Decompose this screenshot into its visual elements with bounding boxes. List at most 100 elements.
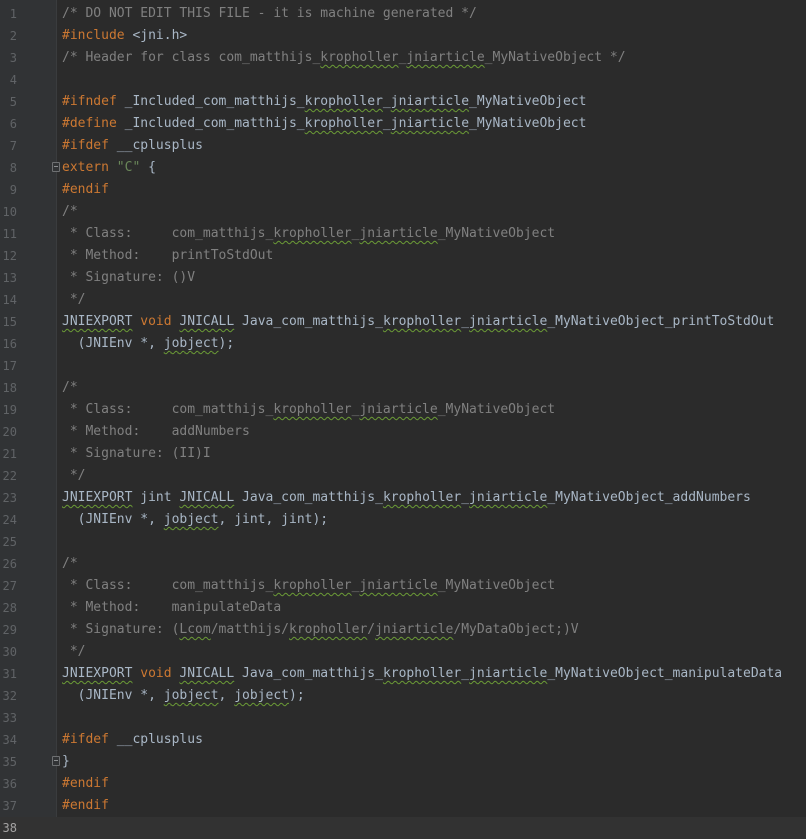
code-line[interactable]: 21 * Signature: (II)I xyxy=(0,443,806,465)
code-line[interactable]: 4 xyxy=(0,69,806,91)
code-text[interactable]: * Class: com_matthijs_kropholler_jniarti… xyxy=(62,575,555,597)
code-line[interactable]: 33 xyxy=(0,707,806,729)
code-line[interactable]: 28 * Method: manipulateData xyxy=(0,597,806,619)
code-line[interactable]: 31 JNIEXPORT void JNICALL Java_com_matthi… xyxy=(0,663,806,685)
code-line[interactable]: 37 #endif xyxy=(0,795,806,817)
code-line[interactable]: 5 #ifndef _Included_com_matthijs_kropholl… xyxy=(0,91,806,113)
line-number: 31 xyxy=(2,667,17,681)
code-text[interactable]: #ifdef __cplusplus xyxy=(62,729,203,751)
code-line[interactable]: 24 (JNIEnv *, jobject, jint, jint); xyxy=(0,509,806,531)
code-text[interactable]: } xyxy=(62,751,70,773)
code-token: * Signature: (II)I xyxy=(62,446,211,461)
code-text[interactable]: (JNIEnv *, jobject, jint, jint); xyxy=(62,509,328,531)
code-line[interactable]: 26 /* xyxy=(0,553,806,575)
code-line[interactable]: 16 (JNIEnv *, jobject); xyxy=(0,333,806,355)
code-text[interactable]: /* DO NOT EDIT THIS FILE - it is machine… xyxy=(62,3,477,25)
line-number: 23 xyxy=(2,491,17,505)
line-number: 27 xyxy=(2,579,17,593)
spelling-flagged-token: jniarticle xyxy=(359,578,438,593)
code-text[interactable]: #include <jni.h> xyxy=(62,25,187,47)
code-line[interactable]: 6 #define _Included_com_matthijs_kropholl… xyxy=(0,113,806,135)
code-line[interactable]: 2 #include <jni.h> xyxy=(0,25,806,47)
line-number: 10 xyxy=(2,205,17,219)
code-line[interactable]: 14 */ xyxy=(0,289,806,311)
code-token: /* xyxy=(62,556,78,571)
code-line[interactable]: 32 (JNIEnv *, jobject, jobject); xyxy=(0,685,806,707)
code-text[interactable]: /* xyxy=(62,201,78,223)
code-text[interactable]: * Signature: (II)I xyxy=(62,443,211,465)
fold-marker-icon[interactable] xyxy=(52,162,60,172)
code-lines[interactable]: 1 /* DO NOT EDIT THIS FILE - it is machin… xyxy=(0,3,806,839)
code-text[interactable]: #endif xyxy=(62,773,109,795)
code-text[interactable]: /* xyxy=(62,553,78,575)
code-text[interactable]: #endif xyxy=(62,795,109,817)
code-line[interactable]: 1 /* DO NOT EDIT THIS FILE - it is machin… xyxy=(0,3,806,25)
code-text[interactable]: * Class: com_matthijs_kropholler_jniarti… xyxy=(62,223,555,245)
code-text[interactable]: */ xyxy=(62,641,86,663)
code-text[interactable]: extern "C" { xyxy=(62,157,156,179)
line-number: 18 xyxy=(2,381,17,395)
code-text[interactable]: JNIEXPORT void JNICALL Java_com_matthijs… xyxy=(62,311,774,333)
code-token: Java_com_matthijs_ xyxy=(234,490,383,505)
code-line[interactable]: 29 * Signature: (Lcom/matthijs/kropholle… xyxy=(0,619,806,641)
spelling-flagged-token: JNIEXPORT xyxy=(62,314,133,329)
code-line[interactable]: 15 JNIEXPORT void JNICALL Java_com_matthi… xyxy=(0,311,806,333)
code-line[interactable]: 27 * Class: com_matthijs_kropholler_jnia… xyxy=(0,575,806,597)
code-text[interactable]: * Signature: (Lcom/matthijs/kropholler/j… xyxy=(62,619,579,641)
code-line[interactable]: 22 */ xyxy=(0,465,806,487)
code-line[interactable]: 18 /* xyxy=(0,377,806,399)
code-text[interactable]: JNIEXPORT jint JNICALL Java_com_matthijs… xyxy=(62,487,751,509)
code-line[interactable]: 13 * Signature: ()V xyxy=(0,267,806,289)
code-text[interactable]: */ xyxy=(62,289,86,311)
code-line[interactable]: 10 /* xyxy=(0,201,806,223)
code-line[interactable]: 23 JNIEXPORT jint JNICALL Java_com_matthi… xyxy=(0,487,806,509)
code-line[interactable]: 35} xyxy=(0,751,806,773)
fold-marker-icon[interactable] xyxy=(52,756,60,766)
spelling-flagged-token: jobject xyxy=(234,688,289,703)
code-line[interactable]: 19 * Class: com_matthijs_kropholler_jnia… xyxy=(0,399,806,421)
code-token: _MyNativeObject xyxy=(469,116,587,131)
code-text[interactable]: * Method: manipulateData xyxy=(62,597,281,619)
code-line[interactable]: 12 * Method: printToStdOut xyxy=(0,245,806,267)
spelling-flagged-token: jniarticle xyxy=(469,314,548,329)
code-text[interactable]: #define _Included_com_matthijs_kropholle… xyxy=(62,113,586,135)
spelling-flagged-token: kropholler xyxy=(304,94,383,109)
code-text[interactable]: #ifdef __cplusplus xyxy=(62,135,203,157)
code-text[interactable]: /* Header for class com_matthijs_krophol… xyxy=(62,47,626,69)
code-editor[interactable]: 1 /* DO NOT EDIT THIS FILE - it is machin… xyxy=(0,0,806,839)
code-text[interactable]: * Method: addNumbers xyxy=(62,421,250,443)
code-text[interactable]: #endif xyxy=(62,179,109,201)
code-text[interactable]: JNIEXPORT void JNICALL Java_com_matthijs… xyxy=(62,663,782,685)
line-number: 4 xyxy=(9,73,17,87)
code-token: * Signature: ()V xyxy=(62,270,196,285)
code-token: __cplusplus xyxy=(116,138,203,153)
code-line[interactable]: 20 * Method: addNumbers xyxy=(0,421,806,443)
code-text[interactable]: (JNIEnv *, jobject, jobject); xyxy=(62,685,305,707)
code-line[interactable]: 30 */ xyxy=(0,641,806,663)
code-token: _MyNativeObject xyxy=(437,578,556,593)
code-line[interactable]: 9 #endif xyxy=(0,179,806,201)
code-line[interactable]: 8 extern "C" { xyxy=(0,157,806,179)
code-text[interactable]: * Class: com_matthijs_kropholler_jniarti… xyxy=(62,399,555,421)
code-line[interactable]: 36 #endif xyxy=(0,773,806,795)
code-line[interactable]: 17 xyxy=(0,355,806,377)
code-line[interactable]: 3 /* Header for class com_matthijs_kropho… xyxy=(0,47,806,69)
code-text[interactable]: (JNIEnv *, jobject); xyxy=(62,333,235,355)
code-line[interactable]: 25 xyxy=(0,531,806,553)
line-number: 1 xyxy=(9,7,17,21)
code-text[interactable]: */ xyxy=(62,465,86,487)
code-token: /* xyxy=(62,204,78,219)
line-number: 15 xyxy=(2,315,17,329)
code-text[interactable]: /* xyxy=(62,377,78,399)
line-number: 29 xyxy=(2,623,17,637)
code-line[interactable]: 7 #ifdef __cplusplus xyxy=(0,135,806,157)
code-text[interactable]: * Signature: ()V xyxy=(62,267,195,289)
code-text[interactable]: #ifndef _Included_com_matthijs_kropholle… xyxy=(62,91,586,113)
code-line[interactable]: 34 #ifdef __cplusplus xyxy=(0,729,806,751)
code-line[interactable]: 38 xyxy=(0,817,806,839)
code-text[interactable]: * Method: printToStdOut xyxy=(62,245,274,267)
code-token: /matthijs/ xyxy=(210,622,289,637)
code-line[interactable]: 11 * Class: com_matthijs_kropholler_jnia… xyxy=(0,223,806,245)
spelling-flagged-token: kropholler xyxy=(320,50,399,65)
code-token: #endif xyxy=(62,182,109,197)
